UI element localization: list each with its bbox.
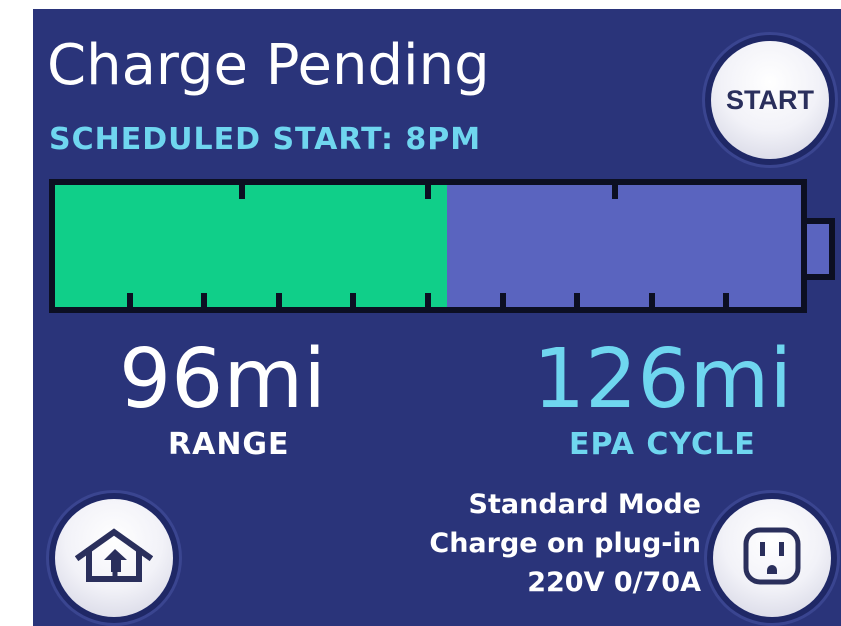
battery-terminal bbox=[807, 218, 835, 280]
battery-tick-bottom bbox=[499, 293, 506, 307]
outlet-button[interactable] bbox=[713, 499, 831, 617]
battery-charged-fill bbox=[55, 185, 447, 307]
battery-tick-bottom bbox=[201, 293, 208, 307]
scheduled-start-text: SCHEDULED START: 8PM bbox=[49, 122, 482, 157]
home-button[interactable] bbox=[55, 499, 173, 617]
battery-tick-top bbox=[611, 185, 618, 199]
battery-tick-bottom bbox=[574, 293, 581, 307]
start-button[interactable]: START bbox=[711, 41, 829, 159]
battery-tick-top bbox=[238, 185, 245, 199]
page-title: Charge Pending bbox=[47, 33, 490, 98]
power-text: 220V 0/70A bbox=[527, 567, 701, 598]
battery-tick-bottom bbox=[126, 293, 133, 307]
battery-tick-bottom bbox=[275, 293, 282, 307]
battery-gauge bbox=[49, 179, 807, 313]
battery-tick-bottom bbox=[350, 293, 357, 307]
battery-tick-bottom bbox=[425, 293, 431, 307]
epa-cycle-value: 126mi bbox=[533, 332, 793, 427]
battery-tick-bottom bbox=[648, 293, 655, 307]
battery-tick-top bbox=[425, 185, 431, 199]
power-outlet-icon bbox=[740, 524, 804, 592]
mode-text: Standard Mode bbox=[468, 489, 701, 520]
start-button-label: START bbox=[726, 84, 814, 115]
range-label: RANGE bbox=[168, 427, 290, 462]
charger-screen: Charge Pending SCHEDULED START: 8PM STAR… bbox=[33, 9, 841, 626]
home-upload-icon bbox=[74, 527, 154, 589]
charging-info: Standard Mode Charge on plug-in 220V 0/7… bbox=[333, 485, 701, 602]
epa-cycle-label: EPA CYCLE bbox=[569, 427, 756, 462]
battery-tick-bottom bbox=[723, 293, 730, 307]
charge-setting-text: Charge on plug-in bbox=[429, 528, 701, 559]
range-value: 96mi bbox=[119, 332, 327, 427]
battery-uncharged-area bbox=[447, 185, 801, 307]
